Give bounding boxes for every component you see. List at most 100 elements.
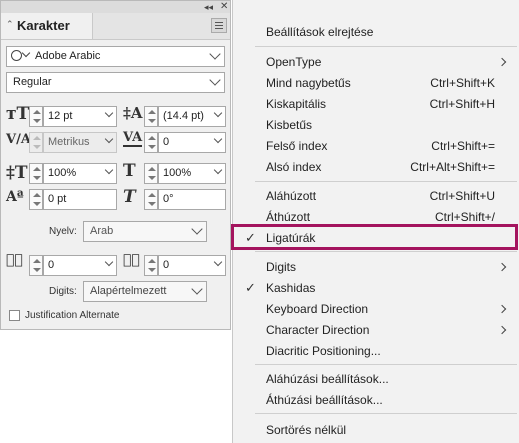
horizontal-scale-value: 100% [163, 167, 192, 179]
ligatures-highlight-box [231, 224, 518, 250]
search-icon [11, 50, 22, 61]
font-style-field[interactable]: Regular [6, 72, 225, 93]
diacritic-y-stepper[interactable] [144, 255, 158, 276]
skew-stepper[interactable] [144, 189, 158, 210]
leading-stepper[interactable] [144, 106, 158, 127]
menu-item-hide-options[interactable]: Beállítások elrejtése [233, 22, 519, 43]
menu-item-diacritic-positioning[interactable]: Diacritic Positioning... [233, 341, 519, 362]
language-value: Arab [90, 225, 114, 237]
menu-item-shortcut: Ctrl+Shift+U [429, 189, 495, 203]
skew-value: 0° [163, 193, 174, 205]
language-label: Nyelv: [49, 226, 77, 237]
diacritic-y-icon: س٘ [123, 252, 140, 268]
tracking-value: 0 [163, 136, 170, 148]
vertical-scale-stepper[interactable] [29, 163, 43, 184]
menu-item-shortcut: Ctrl+Shift+K [430, 76, 495, 90]
menu-item-shortcut: Ctrl+Shift+/ [434, 210, 495, 224]
menu-item-small-caps[interactable]: Kiskapitális Ctrl+Shift+H [233, 94, 519, 115]
menu-item-shortcut: Ctrl+Alt+Shift+= [410, 160, 495, 174]
baseline-shift-input[interactable]: 0 pt [43, 189, 117, 210]
menu-item-underline-options[interactable]: Aláhúzási beállítások... [233, 369, 519, 390]
menu-item-lowercase[interactable]: Kisbetűs [233, 115, 519, 136]
panel-tabbar: ⌃ Karakter [1, 13, 230, 40]
justification-alternate-label: Justification Alternate [25, 310, 120, 321]
panel-title-strip: ◂◂ ✕ [1, 1, 230, 13]
diacritic-x-input[interactable]: 0 [43, 255, 117, 276]
menu-item-label: Digits [266, 260, 297, 274]
menu-item-all-caps[interactable]: Mind nagybetűs Ctrl+Shift+K [233, 73, 519, 94]
menu-item-label: Beállítások elrejtése [266, 25, 374, 39]
digits-select[interactable]: Alapértelmezett [83, 281, 207, 302]
font-size-stepper[interactable] [29, 106, 43, 127]
chevron-down-icon[interactable] [191, 283, 203, 295]
menu-item-label: Alsó index [266, 160, 322, 174]
skew-input[interactable]: 0° [158, 189, 226, 210]
menu-item-label: Aláhúzási beállítások... [266, 372, 389, 386]
diacritic-y-input[interactable]: 0 [158, 255, 226, 276]
font-family-field[interactable]: Adobe Arabic [6, 46, 225, 67]
baseline-shift-icon: Aª [6, 189, 24, 205]
menu-item-label: Felső index [266, 139, 328, 153]
menu-item-no-break[interactable]: Sortörés nélkül [233, 420, 519, 441]
digits-label: Digits: [49, 286, 77, 297]
tracking-input[interactable]: 0 [158, 132, 226, 153]
kerning-input[interactable]: Metrikus [43, 132, 117, 153]
menu-item-subscript[interactable]: Alsó index Ctrl+Alt+Shift+= [233, 157, 519, 178]
chevron-down-icon[interactable] [209, 74, 221, 86]
digits-value: Alapértelmezett [90, 285, 167, 297]
menu-item-underline[interactable]: Aláhúzott Ctrl+Shift+U [233, 186, 519, 207]
panel-menu-icon[interactable] [211, 18, 227, 33]
submenu-arrow-icon [497, 57, 507, 67]
menu-item-label: Keyboard Direction [266, 302, 369, 316]
submenu-arrow-icon [497, 262, 507, 272]
language-select[interactable]: Arab [83, 221, 207, 242]
menu-item-label: Kiskapitális [266, 97, 327, 111]
menu-separator [255, 364, 517, 365]
kerning-value: Metrikus [48, 136, 90, 148]
menu-item-shortcut: Ctrl+Shift+= [431, 139, 495, 153]
menu-item-digits[interactable]: Digits [233, 257, 519, 278]
vertical-scale-input[interactable]: 100% [43, 163, 117, 184]
tab-label: Karakter [17, 18, 70, 33]
panel-flyout-menu: Beállítások elrejtése OpenType Mind nagy… [232, 0, 519, 443]
menu-item-keyboard-direction[interactable]: Keyboard Direction [233, 299, 519, 320]
leading-input[interactable]: (14.4 pt) [158, 106, 226, 127]
menu-item-label: Áthúzási beállítások... [266, 393, 383, 407]
horizontal-scale-stepper[interactable] [144, 163, 158, 184]
leading-value: (14.4 pt) [163, 110, 204, 122]
menu-item-superscript[interactable]: Felső index Ctrl+Shift+= [233, 136, 519, 157]
tab-collapse-icon[interactable]: ⌃ [6, 19, 14, 30]
menu-item-label: Mind nagybetűs [266, 76, 351, 90]
menu-item-opentype[interactable]: OpenType [233, 52, 519, 73]
collapse-arrows-icon[interactable]: ◂◂ [204, 1, 213, 13]
font-size-value: 12 pt [48, 110, 73, 122]
menu-item-label: OpenType [266, 55, 322, 69]
tracking-stepper[interactable] [144, 132, 158, 153]
font-family-value: Adobe Arabic [35, 50, 101, 62]
vertical-scale-icon: ‡T [6, 163, 28, 183]
tracking-icon: VA [123, 130, 143, 147]
tab-karakter[interactable]: ⌃ Karakter [1, 13, 93, 39]
font-size-input[interactable]: 12 pt [43, 106, 117, 127]
search-dropdown-icon[interactable] [21, 48, 31, 58]
vertical-scale-value: 100% [48, 167, 77, 179]
close-icon[interactable]: ✕ [220, 1, 228, 13]
menu-item-label: Sortörés nélkül [266, 423, 347, 437]
menu-item-label: Áthúzott [266, 210, 311, 224]
baseline-shift-stepper[interactable] [29, 189, 43, 210]
menu-item-strikethrough-options[interactable]: Áthúzási beállítások... [233, 390, 519, 411]
kerning-stepper[interactable] [29, 132, 43, 153]
menu-item-label: Kisbetűs [266, 118, 313, 132]
chevron-down-icon[interactable] [191, 223, 203, 235]
menu-separator [255, 413, 517, 414]
menu-item-kashidas[interactable]: ✓ Kashidas [233, 278, 519, 299]
menu-item-character-direction[interactable]: Character Direction [233, 320, 519, 341]
justification-alternate-checkbox[interactable] [9, 310, 20, 321]
kerning-icon: V/A [6, 132, 31, 147]
diacritic-y-value: 0 [163, 259, 170, 271]
diacritic-x-stepper[interactable] [29, 255, 43, 276]
horizontal-scale-input[interactable]: 100% [158, 163, 226, 184]
check-icon: ✓ [245, 280, 256, 295]
chevron-down-icon[interactable] [209, 48, 221, 60]
menu-separator [255, 251, 517, 252]
